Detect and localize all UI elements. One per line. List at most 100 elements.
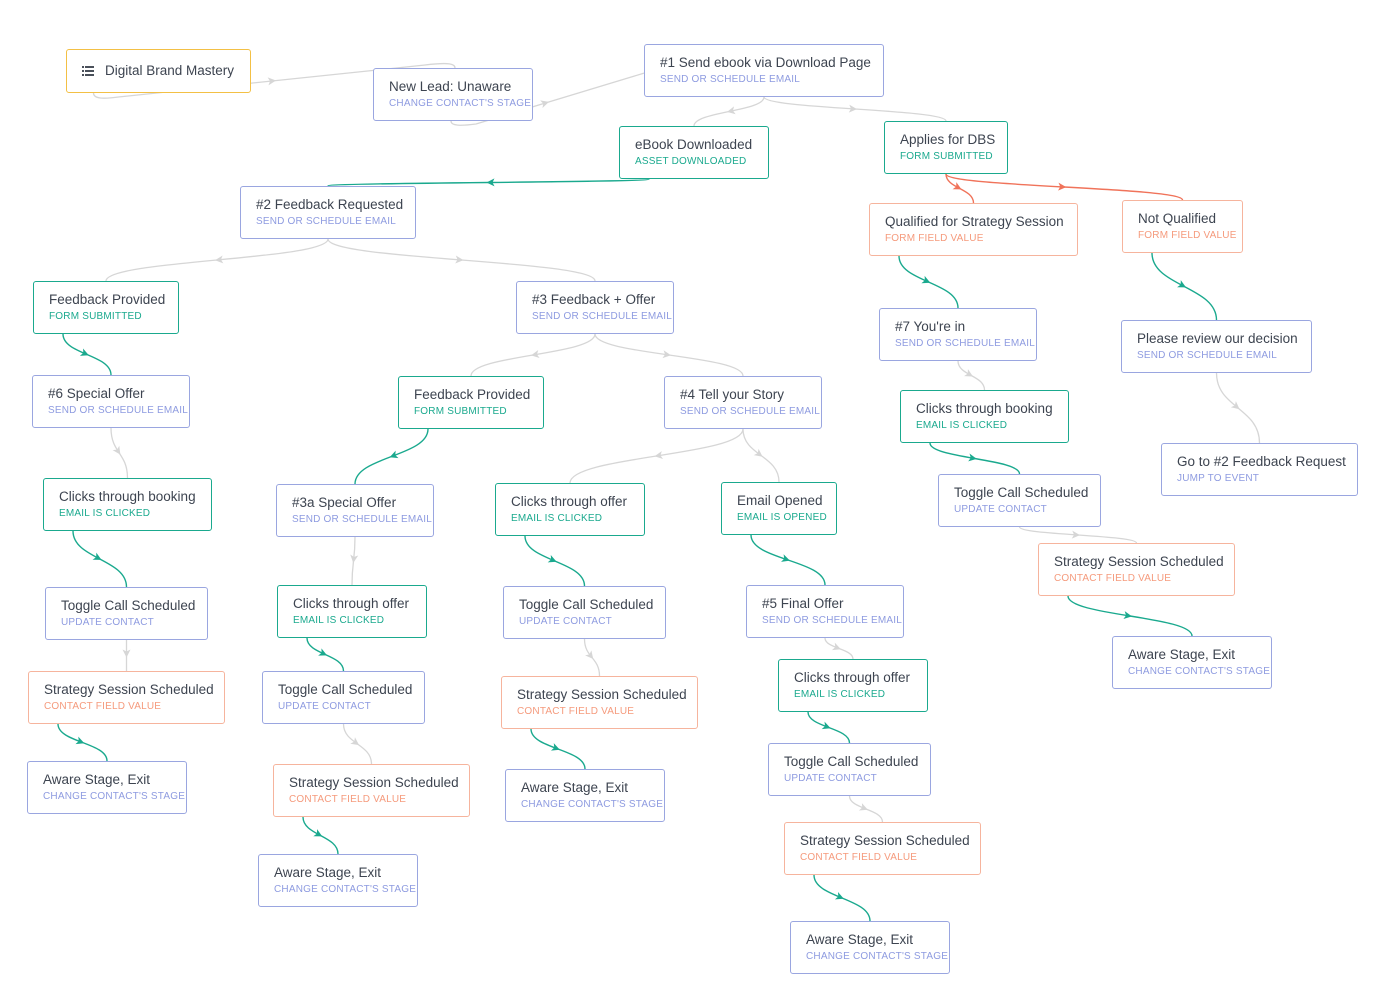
arrow-icon bbox=[92, 552, 102, 560]
node-title: Clicks through offer bbox=[511, 494, 628, 509]
action-node[interactable]: Toggle Call Scheduled UPDATE CONTACT bbox=[938, 474, 1101, 527]
workflow-canvas[interactable]: Digital Brand Mastery New Lead: Unaware C… bbox=[0, 0, 1397, 988]
node-title: Go to #2 Feedback Request bbox=[1177, 454, 1346, 469]
arrow-icon bbox=[858, 803, 868, 811]
node-type-label: CONTACT FIELD VALUE bbox=[800, 852, 918, 863]
condition-node[interactable]: Strategy Session Scheduled CONTACT FIELD … bbox=[1038, 543, 1235, 596]
arrow-icon bbox=[547, 554, 557, 563]
connector-n30-n35 bbox=[530, 728, 586, 770]
node-title: Aware Stage, Exit bbox=[274, 865, 382, 880]
node-type-label: EMAIL IS CLICKED bbox=[511, 513, 603, 524]
connector-n11-n16 bbox=[1215, 372, 1261, 444]
node-type-label: FORM SUBMITTED bbox=[49, 311, 142, 322]
node-type-label: CHANGE CONTACT'S STAGE bbox=[1128, 666, 1271, 677]
arrow-icon bbox=[79, 348, 89, 356]
node-title: Clicks through offer bbox=[794, 670, 911, 685]
action-node[interactable]: #7 You're in SEND OR SCHEDULE EMAIL bbox=[879, 308, 1037, 361]
action-node[interactable]: Go to #2 Feedback Request JUMP TO EVENT bbox=[1161, 443, 1358, 496]
trigger-node[interactable]: Clicks through offer EMAIL IS CLICKED bbox=[277, 585, 427, 638]
arrow-icon bbox=[968, 453, 977, 462]
condition-node[interactable]: Strategy Session Scheduled CONTACT FIELD … bbox=[784, 822, 981, 875]
arrow-icon bbox=[821, 721, 831, 730]
trigger-node[interactable]: Feedback Provided FORM SUBMITTED bbox=[398, 376, 544, 429]
node-type-label: SEND OR SCHEDULE EMAIL bbox=[1137, 350, 1277, 361]
action-node[interactable]: New Lead: Unaware CHANGE CONTACT'S STAGE bbox=[373, 68, 533, 121]
node-type-label: SEND OR SCHEDULE EMAIL bbox=[292, 514, 432, 525]
connector-n28-n32 bbox=[57, 723, 108, 762]
node-title: New Lead: Unaware bbox=[389, 79, 512, 94]
arrow-icon bbox=[964, 369, 974, 377]
node-title: Toggle Call Scheduled bbox=[61, 598, 196, 613]
node-title: Toggle Call Scheduled bbox=[784, 754, 919, 769]
arrow-icon bbox=[350, 737, 360, 746]
action-node[interactable]: #2 Feedback Requested SEND OR SCHEDULE EM… bbox=[240, 186, 416, 239]
node-type-label: CONTACT FIELD VALUE bbox=[1054, 573, 1172, 584]
connector-n29-n34 bbox=[342, 723, 373, 765]
action-node[interactable]: Aware Stage, Exit CHANGE CONTACT'S STAGE bbox=[1112, 636, 1272, 689]
node-title: Clicks through booking bbox=[59, 489, 196, 504]
arrow-icon bbox=[1230, 401, 1240, 410]
node-title: Email Opened bbox=[737, 493, 823, 508]
node-type-label: UPDATE CONTACT bbox=[784, 773, 877, 784]
node-type-label: JUMP TO EVENT bbox=[1177, 473, 1260, 484]
node-title: Strategy Session Scheduled bbox=[800, 833, 970, 848]
condition-node[interactable]: Strategy Session Scheduled CONTACT FIELD … bbox=[28, 671, 225, 724]
node-type-label: EMAIL IS CLICKED bbox=[794, 689, 886, 700]
trigger-node[interactable]: Clicks through offer EMAIL IS CLICKED bbox=[778, 659, 928, 712]
arrow-icon bbox=[215, 255, 224, 264]
node-title: #4 Tell your Story bbox=[680, 387, 785, 402]
trigger-node[interactable]: Email Opened EMAIL IS OPENED bbox=[721, 482, 837, 535]
action-node[interactable]: #3 Feedback + Offer SEND OR SCHEDULE EMAI… bbox=[516, 281, 674, 334]
action-node[interactable]: Please review our decision SEND OR SCHEDU… bbox=[1121, 320, 1312, 373]
node-title: eBook Downloaded bbox=[635, 137, 753, 152]
arrow-icon bbox=[781, 554, 790, 562]
node-type-label: SEND OR SCHEDULE EMAIL bbox=[895, 338, 1035, 349]
trigger-node[interactable]: Clicks through booking EMAIL IS CLICKED bbox=[43, 478, 212, 531]
condition-node[interactable]: Not Qualified FORM FIELD VALUE bbox=[1122, 200, 1243, 253]
connector-n5-n8 bbox=[105, 238, 329, 282]
action-node[interactable]: #6 Special Offer SEND OR SCHEDULE EMAIL bbox=[32, 375, 190, 428]
trigger-node[interactable]: Applies for DBS FORM SUBMITTED bbox=[884, 121, 1008, 174]
condition-node[interactable]: Strategy Session Scheduled CONTACT FIELD … bbox=[273, 764, 470, 817]
node-title: Strategy Session Scheduled bbox=[517, 687, 687, 702]
action-node[interactable]: Toggle Call Scheduled UPDATE CONTACT bbox=[768, 743, 931, 796]
connector-n14-n19 bbox=[569, 428, 744, 484]
action-node[interactable]: #5 Final Offer SEND OR SCHEDULE EMAIL bbox=[746, 585, 904, 638]
action-node[interactable]: #4 Tell your Story SEND OR SCHEDULE EMAIL bbox=[664, 376, 822, 429]
node-title: Aware Stage, Exit bbox=[806, 932, 914, 947]
connector-n8-n12 bbox=[62, 333, 112, 376]
action-node[interactable]: Aware Stage, Exit CHANGE CONTACT'S STAGE bbox=[27, 761, 187, 814]
action-node[interactable]: Aware Stage, Exit CHANGE CONTACT'S STAGE bbox=[258, 854, 418, 907]
action-node[interactable]: #1 Send ebook via Download Page SEND OR S… bbox=[644, 44, 884, 97]
connector-n20-n26 bbox=[750, 534, 826, 586]
node-type-label: SEND OR SCHEDULE EMAIL bbox=[48, 405, 188, 416]
connector-n33-n36 bbox=[848, 795, 884, 823]
node-type-label: UPDATE CONTACT bbox=[954, 504, 1047, 515]
arrow-icon bbox=[834, 892, 844, 900]
trigger-node[interactable]: eBook Downloaded ASSET DOWNLOADED bbox=[619, 126, 769, 179]
arrow-icon bbox=[831, 642, 841, 651]
campaign-start-node[interactable]: Digital Brand Mastery bbox=[66, 49, 251, 93]
action-node[interactable]: Aware Stage, Exit CHANGE CONTACT'S STAGE bbox=[505, 769, 665, 822]
action-node[interactable]: Aware Stage, Exit CHANGE CONTACT'S STAGE bbox=[790, 921, 950, 974]
connector-n3-n5 bbox=[327, 178, 650, 187]
node-title: Toggle Call Scheduled bbox=[954, 485, 1089, 500]
arrow-icon bbox=[389, 450, 399, 459]
connector-n26-n31 bbox=[824, 637, 854, 660]
connector-n13-n18 bbox=[354, 428, 429, 485]
node-title: Qualified for Strategy Session bbox=[885, 214, 1064, 229]
trigger-node[interactable]: Feedback Provided FORM SUBMITTED bbox=[33, 281, 179, 334]
action-node[interactable]: Toggle Call Scheduled UPDATE CONTACT bbox=[262, 671, 425, 724]
trigger-node[interactable]: Clicks through offer EMAIL IS CLICKED bbox=[495, 483, 645, 536]
connector-n17-n23 bbox=[72, 530, 128, 588]
node-type-label: CONTACT FIELD VALUE bbox=[289, 794, 407, 805]
action-node[interactable]: #3a Special Offer SEND OR SCHEDULE EMAIL bbox=[276, 484, 434, 537]
node-type-label: FORM FIELD VALUE bbox=[1138, 230, 1237, 241]
action-node[interactable]: Toggle Call Scheduled UPDATE CONTACT bbox=[45, 587, 208, 640]
connector-n19-n25 bbox=[524, 535, 586, 587]
trigger-node[interactable]: Clicks through booking EMAIL IS CLICKED bbox=[900, 390, 1069, 443]
condition-node[interactable]: Strategy Session Scheduled CONTACT FIELD … bbox=[501, 676, 698, 729]
node-type-label: EMAIL IS CLICKED bbox=[293, 615, 385, 626]
condition-node[interactable]: Qualified for Strategy Session FORM FIELD… bbox=[869, 203, 1078, 256]
action-node[interactable]: Toggle Call Scheduled UPDATE CONTACT bbox=[503, 586, 666, 639]
